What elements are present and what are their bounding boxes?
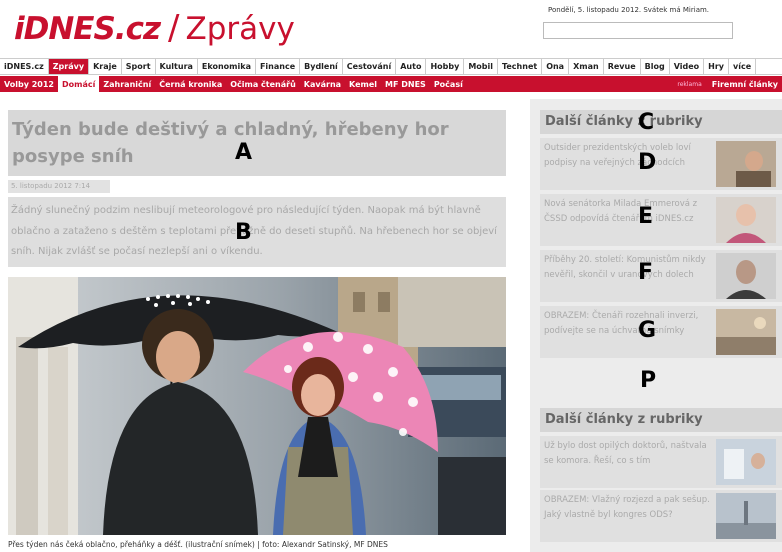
subnav-pocasi[interactable]: Počasí: [430, 76, 467, 92]
article-perex-box: Žádný slunečný podzim neslibují meteorol…: [8, 197, 506, 267]
sidebar-heading-2: Další články z rubriky: [540, 408, 782, 432]
nav-ona[interactable]: Ona: [542, 59, 570, 74]
marker-g: G: [638, 318, 657, 343]
sidebar-article-1-thumbnail[interactable]: [716, 141, 776, 187]
nav-hobby[interactable]: Hobby: [426, 59, 465, 74]
nav-bydleni[interactable]: Bydlení: [300, 59, 343, 74]
marker-e: E: [638, 204, 654, 229]
nav-vice[interactable]: více: [729, 59, 757, 74]
article-date: 5. listopadu 2012 7:14: [8, 180, 110, 193]
thumbnail-image: [716, 493, 776, 539]
nav-sport[interactable]: Sport: [122, 59, 156, 74]
nav-kultura[interactable]: Kultura: [156, 59, 198, 74]
sidebar-article-3-title[interactable]: Příběhy 20. století: Komunistům nikdy ne…: [544, 253, 710, 282]
subnav-kavarna[interactable]: Kavárna: [300, 76, 345, 92]
logo-section: Zprávy: [185, 11, 295, 47]
article-photo-illustration: [8, 277, 506, 535]
sidebar-article-4-title[interactable]: OBRAZEM: Čtenáři rozehnali inverzi, podí…: [544, 309, 710, 338]
nav-kraje[interactable]: Kraje: [89, 59, 122, 74]
sidebar-heading-1: Další články z rubriky: [540, 110, 782, 134]
sidebar-article-2-thumbnail[interactable]: [716, 197, 776, 243]
thumbnail-image: [716, 253, 776, 299]
article-photo[interactable]: [8, 277, 506, 535]
dateline: Pondělí, 5. listopadu 2012. Svátek má Mi…: [548, 6, 710, 14]
sidebar-article-5-thumbnail[interactable]: [716, 439, 776, 485]
article-perex: Žádný slunečný podzim neslibují meteorol…: [11, 205, 497, 257]
sidebar-article-6[interactable]: OBRAZEM: Vlažný rozjezd a pak sešup. Jak…: [540, 490, 782, 542]
search-input[interactable]: [543, 22, 733, 39]
nav-cestovani[interactable]: Cestování: [343, 59, 397, 74]
nav-xman[interactable]: Xman: [569, 59, 604, 74]
subnav-zahranicni[interactable]: Zahraniční: [99, 76, 155, 92]
marker-b: B: [235, 220, 252, 245]
sidebar-article-1-title[interactable]: Outsider prezidentských voleb loví podpi…: [544, 141, 710, 170]
article-title-box: Týden bude deštivý a chladný, hřebeny ho…: [8, 110, 506, 176]
sidebar-article-2-title[interactable]: Nová senátorka Milada Emmerová z ČSSD od…: [544, 197, 710, 226]
logo-separator: /: [168, 8, 180, 48]
sidebar-article-3-thumbnail[interactable]: [716, 253, 776, 299]
sidebar-article-5[interactable]: Už bylo dost opilých doktorů, naštvala s…: [540, 436, 782, 488]
subnav-volby[interactable]: Volby 2012: [0, 76, 58, 92]
thumbnail-image: [716, 197, 776, 243]
subnav-ocima-ctenaru[interactable]: Očima čtenářů: [226, 76, 300, 92]
marker-f: F: [638, 260, 654, 285]
logo-brand: iDNES.cz: [14, 11, 161, 47]
nav-ekonomika[interactable]: Ekonomika: [198, 59, 256, 74]
nav-technet[interactable]: Technet: [498, 59, 543, 74]
sidebar-article-6-title[interactable]: OBRAZEM: Vlažný rozjezd a pak sešup. Jak…: [544, 493, 710, 522]
sidebar-article-3[interactable]: Příběhy 20. století: Komunistům nikdy ne…: [540, 250, 782, 302]
subnav-domaci[interactable]: Domácí: [57, 76, 100, 92]
sidebar-article-5-title[interactable]: Už bylo dost opilých doktorů, naštvala s…: [544, 439, 710, 468]
site-logo[interactable]: iDNES.cz / Zprávy: [14, 8, 295, 52]
marker-d: D: [638, 150, 657, 175]
thumbnail-image: [716, 439, 776, 485]
sidebar-article-1[interactable]: Outsider prezidentských voleb loví podpi…: [540, 138, 782, 190]
secondary-nav: Volby 2012 Domácí Zahraniční Černá kroni…: [0, 76, 782, 92]
nav-zpravy[interactable]: Zprávy: [48, 59, 90, 74]
nav-finance[interactable]: Finance: [256, 59, 301, 74]
marker-p: P: [640, 368, 657, 393]
primary-nav: iDNES.cz Zprávy Kraje Sport Kultura Ekon…: [0, 58, 782, 75]
nav-hry[interactable]: Hry: [704, 59, 729, 74]
thumbnail-image: [716, 141, 776, 187]
nav-mobil[interactable]: Mobil: [464, 59, 498, 74]
nav-blog[interactable]: Blog: [641, 59, 670, 74]
thumbnail-image: [716, 309, 776, 355]
subnav-firemni-clanky[interactable]: Firemní články: [708, 76, 782, 92]
sidebar-article-4[interactable]: OBRAZEM: Čtenáři rozehnali inverzi, podí…: [540, 306, 782, 358]
sidebar-article-6-thumbnail[interactable]: [716, 493, 776, 539]
subnav-right: reklama Firemní články: [671, 76, 782, 92]
marker-c: C: [638, 110, 655, 135]
ad-label: reklama: [677, 80, 702, 88]
photo-caption: Přes týden nás čeká oblačno, přeháňky a …: [8, 540, 388, 549]
subnav-kemel[interactable]: Kemel: [345, 76, 381, 92]
marker-a: A: [235, 140, 253, 165]
subnav-cerna-kronika[interactable]: Černá kronika: [155, 76, 226, 92]
article-title: Týden bude deštivý a chladný, hřebeny ho…: [12, 119, 449, 167]
subnav-mf-dnes[interactable]: MF DNES: [381, 76, 430, 92]
sidebar-article-2[interactable]: Nová senátorka Milada Emmerová z ČSSD od…: [540, 194, 782, 246]
nav-auto[interactable]: Auto: [396, 59, 427, 74]
sidebar-article-4-thumbnail[interactable]: [716, 309, 776, 355]
nav-video[interactable]: Video: [670, 59, 705, 74]
nav-revue[interactable]: Revue: [604, 59, 641, 74]
nav-idnes[interactable]: iDNES.cz: [0, 59, 49, 74]
